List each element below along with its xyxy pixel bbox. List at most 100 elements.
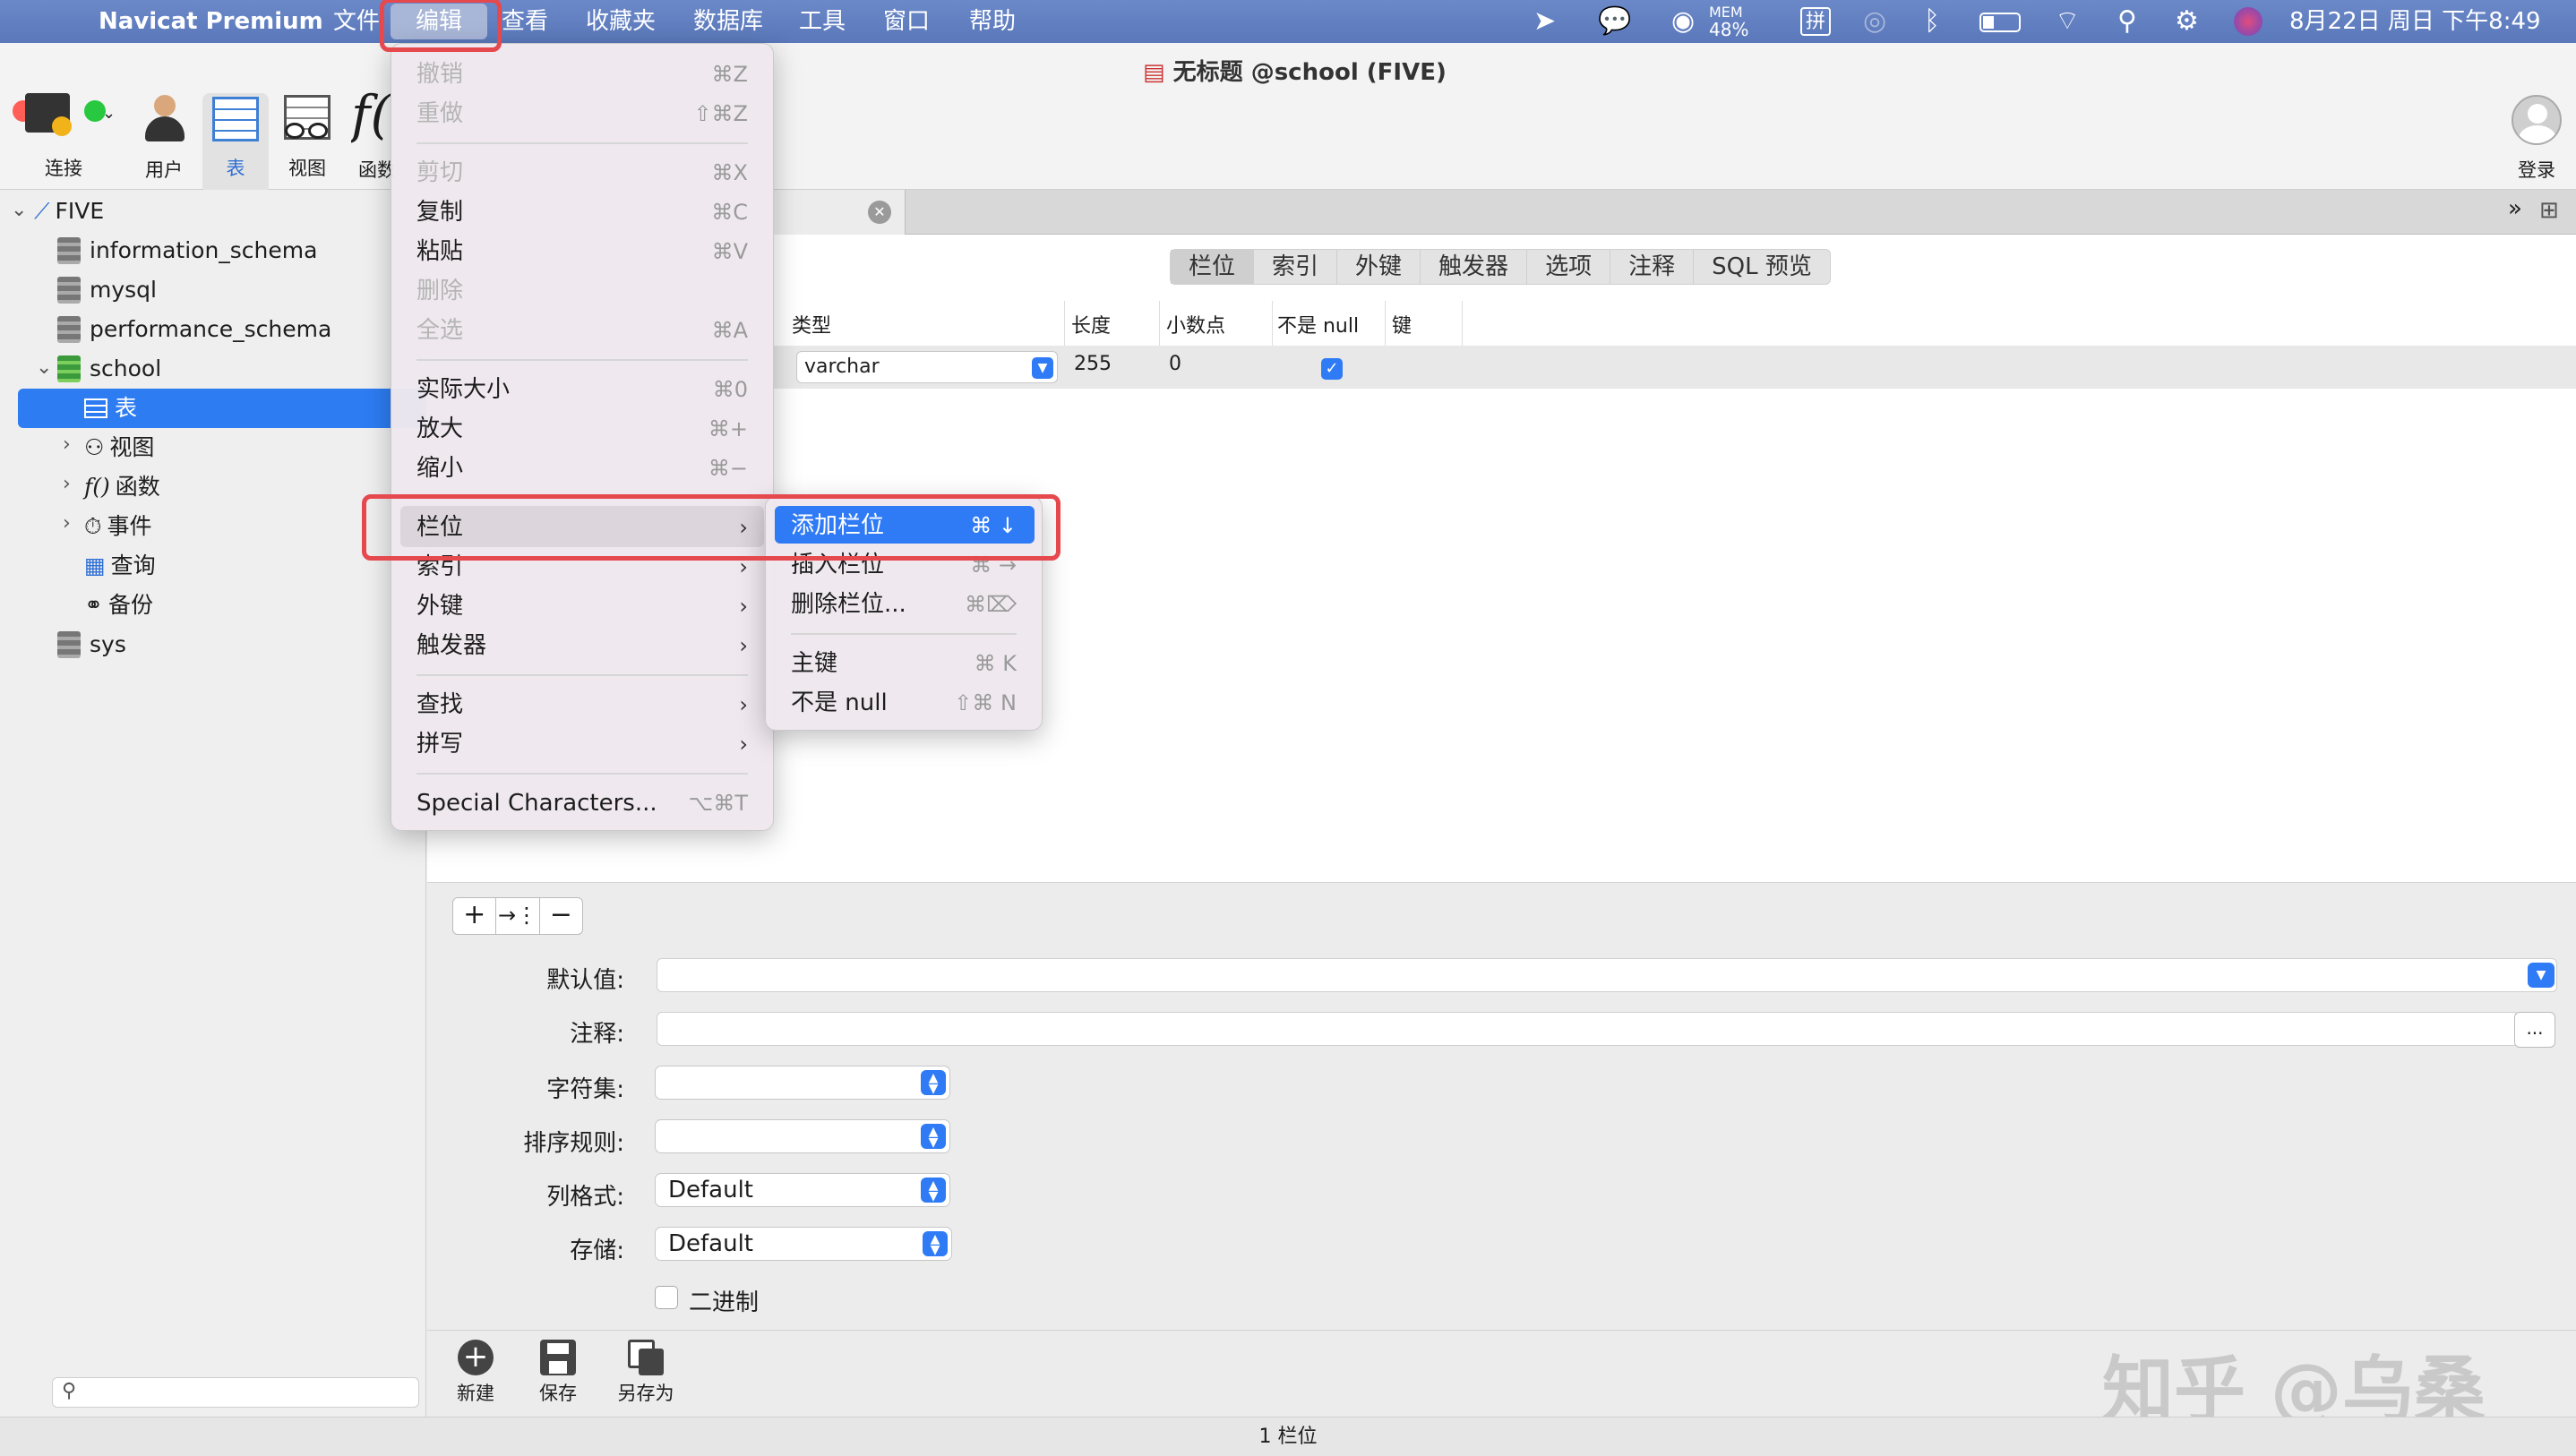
- menu-item-zoom-in[interactable]: 放大 ⌘+: [416, 411, 755, 447]
- app-name-menu[interactable]: Navicat Premium: [99, 0, 323, 43]
- menubar-clock[interactable]: 8月22日 周日 下午8:49: [2289, 0, 2541, 43]
- view-button[interactable]: 视图: [276, 95, 339, 181]
- col-header-type[interactable]: 类型: [792, 310, 831, 338]
- menu-file[interactable]: 文件: [333, 0, 380, 43]
- sidebar-db-mysql[interactable]: mysql: [57, 270, 157, 310]
- charset-select[interactable]: ▲ ▼: [655, 1066, 950, 1100]
- row-format-select[interactable]: Default ▲ ▼: [655, 1173, 950, 1207]
- menu-item-delete[interactable]: 删除: [416, 273, 755, 309]
- chevron-down-icon[interactable]: ⌄: [36, 356, 52, 379]
- save-button[interactable]: 保存: [531, 1340, 585, 1406]
- menu-item-actual-size[interactable]: 实际大小 ⌘0: [416, 372, 755, 407]
- menu-item-redo[interactable]: 重做 ⇧⌘Z: [416, 96, 755, 132]
- connection-five[interactable]: ⟋ FIVE: [34, 192, 104, 231]
- new-tab-icon[interactable]: ⊞: [2539, 197, 2570, 227]
- location-arrow-icon[interactable]: ➤: [1533, 0, 1556, 43]
- default-value-input[interactable]: ▼: [657, 958, 2557, 992]
- sidebar-search-input[interactable]: ⚲: [52, 1377, 419, 1408]
- col-header-not-null[interactable]: 不是 null: [1277, 310, 1359, 338]
- add-field-button[interactable]: +: [453, 898, 497, 934]
- close-tab-icon[interactable]: ✕: [868, 201, 891, 224]
- sidebar-db-performance-schema[interactable]: performance_schema: [57, 310, 331, 349]
- binary-checkbox[interactable]: [655, 1286, 678, 1309]
- sidebar-item-events[interactable]: ⏱ 事件: [84, 507, 152, 546]
- table-button[interactable]: 表: [202, 93, 269, 193]
- tab-foreign-keys[interactable]: 外键: [1337, 250, 1421, 284]
- menu-window[interactable]: 窗口: [883, 0, 930, 43]
- menu-item-not-null[interactable]: 不是 null ⇧⌘ N: [791, 685, 1024, 721]
- collation-select[interactable]: ▲ ▼: [655, 1119, 950, 1153]
- wifi-icon[interactable]: ⌔: [2055, 0, 2080, 43]
- chevron-down-icon[interactable]: ⌄: [102, 104, 116, 123]
- storage-select[interactable]: Default ▲ ▼: [655, 1227, 952, 1261]
- chevron-down-icon[interactable]: ▼: [2528, 963, 2555, 988]
- menu-item-delete-field[interactable]: 删除栏位... ⌘⌦: [791, 587, 1024, 622]
- row-format-value: Default: [668, 1177, 753, 1203]
- activity-monitor-icon[interactable]: ◉: [1671, 0, 1695, 43]
- sidebar-item-views[interactable]: ⚇ 视图: [84, 428, 154, 467]
- save-as-button[interactable]: 另存为: [610, 1340, 682, 1406]
- tab-options[interactable]: 选项: [1527, 250, 1611, 284]
- menu-item-zoom-out[interactable]: 缩小 ⌘−: [416, 450, 755, 486]
- menu-item-foreign-keys[interactable]: 外键 ›: [416, 588, 755, 624]
- chevron-right-icon[interactable]: ›: [63, 433, 71, 456]
- tab-comment[interactable]: 注释: [1610, 250, 1695, 284]
- menu-item-select-all[interactable]: 全选 ⌘A: [416, 313, 755, 348]
- tab-indexes[interactable]: 索引: [1254, 250, 1338, 284]
- connect-button[interactable]: ⌄ 连接: [21, 93, 120, 192]
- sidebar-db-information-schema[interactable]: information_schema: [57, 231, 317, 270]
- col-header-key[interactable]: 键: [1392, 310, 1412, 338]
- airdrop-icon[interactable]: ◎: [1863, 0, 1886, 43]
- siri-icon[interactable]: [2234, 7, 2263, 36]
- clock-icon: ⏱: [84, 513, 102, 539]
- input-method-icon[interactable]: 拼: [1800, 7, 1832, 36]
- menu-item-find[interactable]: 查找 ›: [416, 687, 755, 723]
- menu-item-primary-key[interactable]: 主键 ⌘ K: [791, 646, 1024, 681]
- sidebar-item-functions[interactable]: f() 函数: [84, 467, 160, 507]
- col-header-decimals[interactable]: 小数点: [1166, 310, 1225, 338]
- sidebar-db-sys[interactable]: sys: [57, 625, 126, 664]
- menu-item-triggers[interactable]: 触发器 ›: [416, 628, 755, 664]
- menu-item-spelling[interactable]: 拼写 ›: [416, 726, 755, 762]
- tab-overflow-icon[interactable]: »: [2500, 195, 2530, 229]
- sidebar-item-backups[interactable]: ⚭ 备份: [84, 586, 153, 625]
- bluetooth-icon[interactable]: ᛒ: [1924, 0, 1940, 43]
- col-header-length[interactable]: 长度: [1071, 310, 1111, 338]
- type-select[interactable]: varchar ▼: [796, 351, 1058, 383]
- menu-view[interactable]: 查看: [502, 0, 548, 43]
- function-button[interactable]: f( 函数: [351, 86, 394, 184]
- decimals-cell[interactable]: 0: [1169, 353, 1181, 375]
- new-button[interactable]: + 新建: [449, 1340, 502, 1406]
- chevron-right-icon[interactable]: ›: [63, 473, 71, 495]
- tab-sql-preview[interactable]: SQL 预览: [1694, 250, 1830, 284]
- battery-icon[interactable]: [1979, 13, 2021, 32]
- spotlight-search-icon[interactable]: ⚲: [2117, 0, 2137, 43]
- sidebar-item-queries[interactable]: ▦ 查询: [84, 546, 156, 586]
- comment-input[interactable]: [657, 1012, 2520, 1046]
- delete-field-button[interactable]: −: [540, 898, 582, 934]
- tab-triggers[interactable]: 触发器: [1421, 250, 1528, 284]
- login-button[interactable]: 登录: [2508, 95, 2565, 183]
- menu-tools[interactable]: 工具: [799, 0, 846, 43]
- chevron-right-icon[interactable]: ›: [63, 512, 71, 535]
- sidebar-item-tables[interactable]: 表: [18, 389, 426, 428]
- menu-item-paste[interactable]: 粘贴 ⌘V: [416, 234, 755, 270]
- not-null-checkbox[interactable]: ✓: [1321, 358, 1343, 380]
- menu-item-special-characters[interactable]: Special Characters... ⌥⌘T: [416, 785, 755, 821]
- tab-fields[interactable]: 栏位: [1171, 250, 1255, 284]
- menu-favorites[interactable]: 收藏夹: [586, 0, 656, 43]
- database-icon: [57, 631, 81, 658]
- control-center-icon[interactable]: ⚙: [2175, 0, 2199, 43]
- menu-item-copy[interactable]: 复制 ⌘C: [416, 194, 755, 230]
- menu-help[interactable]: 帮助: [969, 0, 1016, 43]
- wechat-icon[interactable]: 💬: [1598, 0, 1631, 43]
- sidebar-db-school[interactable]: school: [57, 349, 161, 389]
- menu-item-cut[interactable]: 剪切 ⌘X: [416, 155, 755, 191]
- length-cell[interactable]: 255: [1074, 353, 1112, 375]
- insert-field-button[interactable]: →⋮: [496, 898, 540, 934]
- chevron-down-icon[interactable]: ⌄: [11, 199, 27, 221]
- comment-editor-button[interactable]: ...: [2514, 1012, 2555, 1048]
- menu-item-undo[interactable]: 撤销 ⌘Z: [416, 56, 755, 92]
- user-button[interactable]: 用户: [134, 95, 193, 183]
- menu-database[interactable]: 数据库: [693, 0, 763, 43]
